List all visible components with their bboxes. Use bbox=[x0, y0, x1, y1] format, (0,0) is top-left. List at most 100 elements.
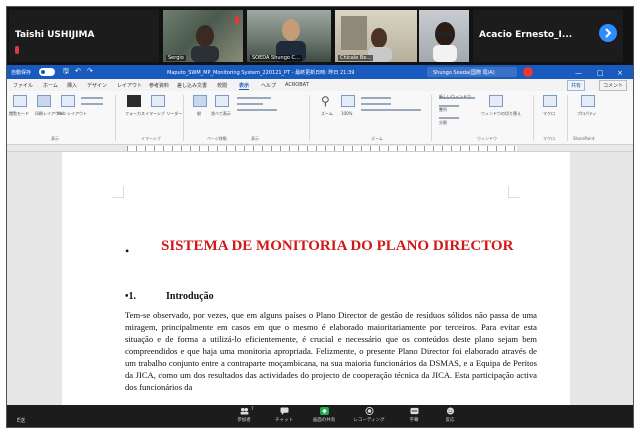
record-label: レコーディング bbox=[353, 418, 385, 423]
meeting-toolbar: Ё送 参加者 7 チャット 画面の共有 レコーディング 字幕 反応 bbox=[7, 405, 633, 427]
web-layout-icon[interactable] bbox=[61, 95, 75, 107]
tab-file[interactable]: ファイル bbox=[13, 82, 33, 89]
ruler-option[interactable] bbox=[237, 97, 271, 99]
gridlines-option[interactable] bbox=[237, 103, 263, 105]
participant-video-tile[interactable]: SOEDA Shungo C... bbox=[247, 10, 331, 62]
ribbon-item-label: 100% bbox=[341, 111, 353, 116]
ribbon-divider bbox=[183, 95, 184, 141]
participant-video-tile[interactable] bbox=[419, 10, 469, 62]
ribbon: 閲覧モード 印刷レイアウト Web レイアウト 表示 フォーカス イマーシブ リ… bbox=[7, 91, 633, 145]
document-canvas[interactable]: • SISTEMA DE MONITORIA DO PLANO DIRECTOR… bbox=[7, 152, 633, 405]
tab-layout[interactable]: レイアウト bbox=[117, 82, 142, 89]
reactions-label: 反応 bbox=[445, 418, 455, 423]
participants-button[interactable]: 参加者 7 bbox=[229, 406, 259, 423]
outline-option[interactable] bbox=[81, 97, 103, 99]
chevron-right-icon bbox=[605, 28, 612, 38]
tab-acrobat[interactable]: ACROBAT bbox=[285, 82, 309, 88]
undo-icon[interactable]: ↶ bbox=[75, 67, 81, 75]
ribbon-item-label: 分割 bbox=[439, 120, 447, 125]
redo-icon[interactable]: ↷ bbox=[87, 67, 93, 75]
ribbon-divider bbox=[431, 95, 432, 141]
autosave-toggle[interactable] bbox=[39, 68, 55, 76]
ribbon-item-label: イマーシブ リーダー bbox=[145, 111, 183, 116]
focus-icon[interactable] bbox=[127, 95, 141, 107]
ribbon-divider bbox=[567, 95, 568, 141]
horizontal-ruler[interactable] bbox=[7, 145, 633, 152]
save-icon[interactable]: 🖫 bbox=[63, 67, 69, 78]
share-screen-label: 画面の共有 bbox=[312, 418, 336, 423]
share-screen-button[interactable]: 画面の共有 bbox=[307, 407, 341, 423]
participant-video-tile[interactable]: Chicale Be... bbox=[335, 10, 417, 62]
ribbon-group-label: ズーム bbox=[371, 136, 383, 141]
next-participants-button[interactable] bbox=[599, 24, 617, 42]
tab-insert[interactable]: 挿入 bbox=[67, 82, 77, 89]
document-title: SISTEMA DE MONITORIA DO PLANO DIRECTOR bbox=[161, 238, 514, 254]
split-option[interactable] bbox=[439, 117, 459, 119]
share-screen-icon bbox=[319, 407, 329, 415]
properties-icon[interactable] bbox=[581, 95, 595, 107]
document-page[interactable]: • SISTEMA DE MONITORIA DO PLANO DIRECTOR… bbox=[62, 152, 570, 405]
participants-label: 参加者 bbox=[237, 418, 251, 423]
ruler-scale bbox=[127, 146, 517, 151]
participant-count: 7 bbox=[251, 406, 254, 411]
comments-button[interactable]: コメント bbox=[599, 80, 628, 91]
word-title-bar: 自動保存 🖫 ↶ ↷ Maputo_SWM_MP_Monitoring Syst… bbox=[7, 65, 633, 79]
zoom-icon[interactable]: ⚲ bbox=[321, 94, 330, 108]
ribbon-group-label: 表示 bbox=[51, 136, 59, 141]
read-mode-icon[interactable] bbox=[13, 95, 27, 107]
leave-label[interactable]: Ё送 bbox=[17, 417, 25, 424]
chat-label: チャット bbox=[275, 418, 293, 423]
minimize-button[interactable]: — bbox=[575, 69, 582, 77]
reactions-button[interactable]: 反応 bbox=[435, 407, 465, 423]
vertical-icon[interactable] bbox=[193, 95, 207, 107]
captions-icon bbox=[410, 407, 418, 415]
immersive-reader-icon[interactable] bbox=[151, 95, 165, 107]
tab-references[interactable]: 参考資料 bbox=[149, 82, 169, 89]
ribbon-item-label: プロパティ bbox=[577, 111, 597, 116]
tab-design[interactable]: デザイン bbox=[87, 82, 107, 89]
side-by-side-icon[interactable] bbox=[215, 95, 229, 107]
ribbon-group-label: ウィンドウ bbox=[477, 136, 497, 141]
reactions-icon bbox=[446, 407, 454, 415]
ribbon-item-label: フォーカス bbox=[125, 111, 145, 116]
crop-mark bbox=[508, 186, 520, 198]
participant-name: SOEDA Shungo C... bbox=[250, 55, 302, 61]
ribbon-item-label: 整列 bbox=[439, 107, 447, 112]
autosave-label: 自動保存 bbox=[11, 70, 32, 76]
share-button[interactable]: 共有 bbox=[567, 80, 586, 91]
tab-mailings[interactable]: 差し込み文書 bbox=[177, 82, 207, 89]
ribbon-tabs: ファイル ホーム 挿入 デザイン レイアウト 参考資料 差し込み文書 校閲 表示… bbox=[7, 79, 633, 91]
section-number: •1. bbox=[125, 291, 137, 302]
ribbon-item-label: 並べて表示 bbox=[211, 111, 231, 116]
close-button[interactable]: × bbox=[617, 69, 623, 77]
chat-button[interactable]: チャット bbox=[269, 407, 299, 423]
tab-help[interactable]: ヘルプ bbox=[261, 82, 276, 89]
participant-video-tile[interactable]: Sergio bbox=[163, 10, 243, 62]
print-layout-icon[interactable] bbox=[37, 95, 51, 107]
chat-icon bbox=[280, 407, 288, 415]
search-input[interactable]: Shungo Soeda(国際 局/A) bbox=[427, 67, 517, 77]
page-width-option[interactable] bbox=[361, 109, 421, 111]
captions-button[interactable]: 字幕 bbox=[399, 407, 429, 423]
search-input-text: Shungo Soeda(国際 局/A) bbox=[433, 70, 495, 76]
switch-windows-icon[interactable] bbox=[489, 95, 503, 107]
tab-home[interactable]: ホーム bbox=[43, 82, 58, 89]
one-page-option[interactable] bbox=[361, 97, 391, 99]
maximize-button[interactable]: □ bbox=[597, 69, 604, 77]
participant-tile[interactable]: Taishi USHIJIMA bbox=[9, 10, 159, 62]
ribbon-item-label: 閲覧モード bbox=[9, 111, 29, 116]
navigation-pane-option[interactable] bbox=[237, 109, 277, 111]
participant-video-icon bbox=[433, 22, 457, 62]
avatar[interactable] bbox=[523, 67, 533, 77]
ribbon-item-label: 縦 bbox=[197, 111, 201, 116]
draft-option[interactable] bbox=[81, 103, 103, 105]
tab-review[interactable]: 校閲 bbox=[217, 82, 227, 89]
zoom-100-icon[interactable] bbox=[341, 95, 355, 107]
document-name: Maputo_SWM_MP_Monitoring System_220121_P… bbox=[167, 70, 355, 76]
tab-view[interactable]: 表示 bbox=[239, 82, 250, 90]
multiple-pages-option[interactable] bbox=[361, 103, 391, 105]
record-button[interactable]: レコーディング bbox=[349, 407, 389, 423]
macros-icon[interactable] bbox=[543, 95, 557, 107]
section-title: Introdução bbox=[166, 291, 214, 302]
participant-name: Acacio Ernesto_I... bbox=[479, 30, 573, 40]
